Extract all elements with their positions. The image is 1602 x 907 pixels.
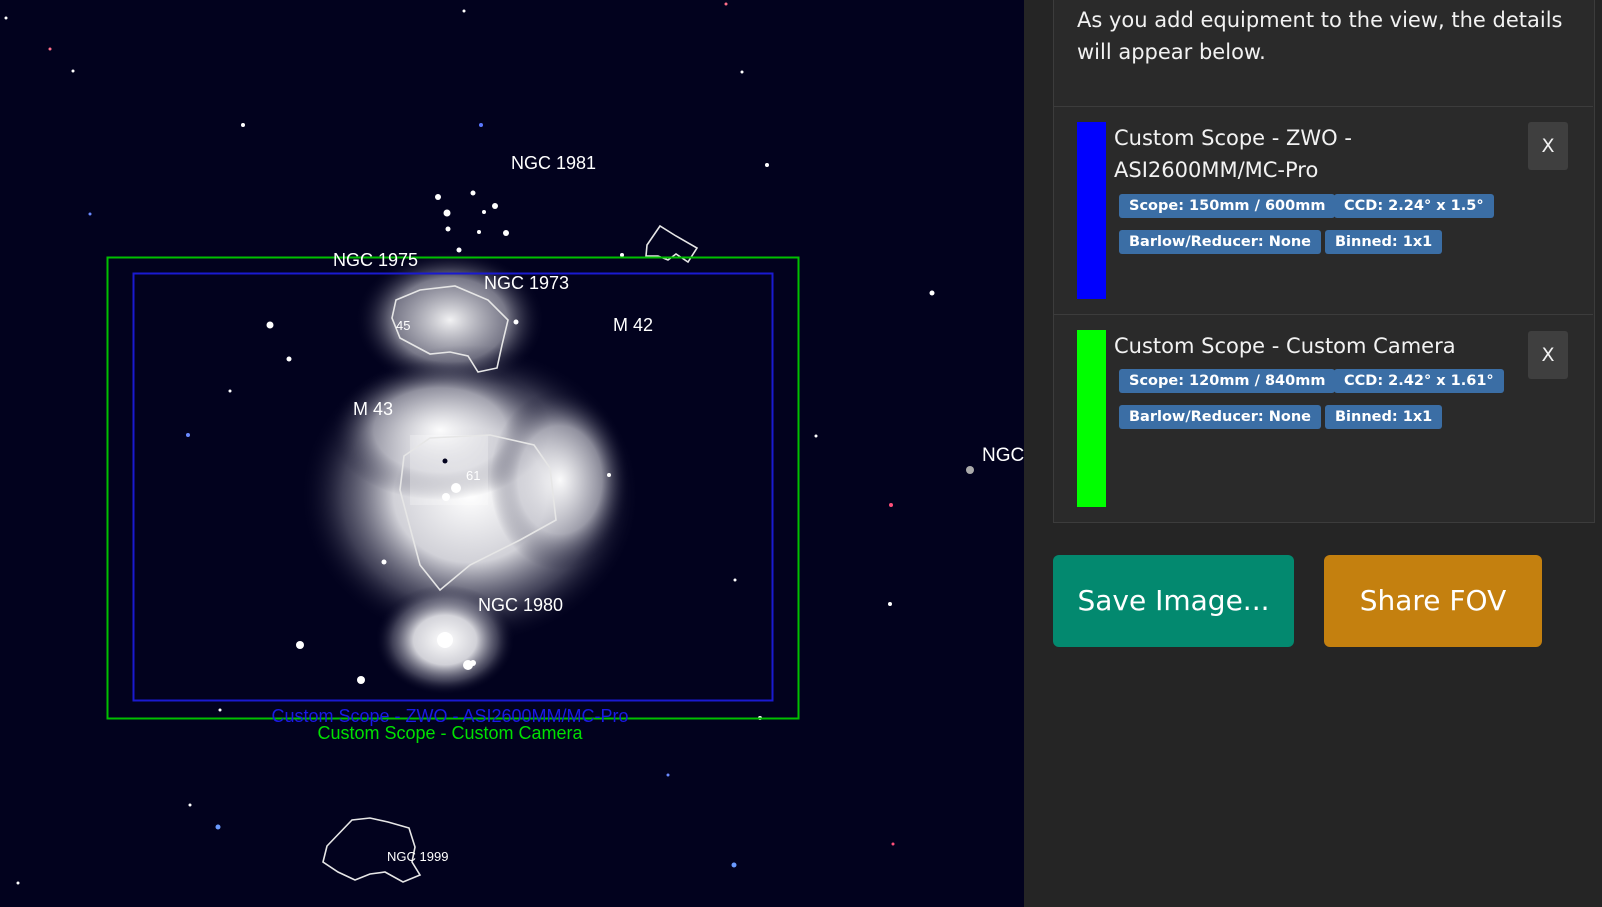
barlow-tag: Barlow/Reducer: None bbox=[1119, 230, 1321, 254]
binned-tag: Binned: 1x1 bbox=[1325, 405, 1443, 429]
sky-label-45: 45 bbox=[396, 318, 410, 333]
sky-label-ngc-edge: NGC bbox=[982, 445, 1024, 466]
ccd-tag: CCD: 2.24° x 1.5° bbox=[1334, 194, 1494, 218]
ccd-tag: CCD: 2.42° x 1.61° bbox=[1334, 369, 1504, 393]
save-image-button[interactable]: Save Image... bbox=[1053, 555, 1294, 647]
divider bbox=[1053, 106, 1593, 107]
sky-label-ngc1981: NGC 1981 bbox=[511, 153, 596, 173]
intro-text: As you add equipment to the view, the de… bbox=[1077, 8, 1563, 64]
sky-label-m42: M 42 bbox=[613, 315, 653, 335]
divider bbox=[1053, 314, 1593, 315]
sky-label-m43: M 43 bbox=[353, 399, 393, 419]
equipment-panel: As you add equipment to the view, the de… bbox=[1024, 0, 1602, 907]
star-map[interactable]: NGC 1981 NGC 1975 NGC 1973 M 42 M 43 NGC… bbox=[0, 0, 1024, 907]
fov-label-custom-camera: Custom Scope - Custom Camera bbox=[317, 723, 583, 743]
remove-equipment-button[interactable]: X bbox=[1528, 122, 1568, 170]
sky-label-ngc1975: NGC 1975 bbox=[333, 250, 418, 270]
share-fov-button[interactable]: Share FOV bbox=[1324, 555, 1542, 647]
color-swatch-blue bbox=[1077, 122, 1106, 299]
sky-view[interactable]: NGC 1981 NGC 1975 NGC 1973 M 42 M 43 NGC… bbox=[0, 0, 1024, 907]
sky-label-ngc1980: NGC 1980 bbox=[478, 595, 563, 615]
scope-tag: Scope: 150mm / 600mm bbox=[1119, 194, 1336, 218]
color-swatch-green bbox=[1077, 330, 1106, 507]
equipment-title: Custom Scope - ZWO - ASI2600MM/MC-Pro bbox=[1114, 126, 1352, 182]
sky-label-ngc1999: NGC 1999 bbox=[387, 849, 448, 864]
remove-equipment-button[interactable]: X bbox=[1528, 331, 1568, 379]
sky-label-61: 61 bbox=[466, 468, 480, 483]
binned-tag: Binned: 1x1 bbox=[1325, 230, 1443, 254]
equipment-title: Custom Scope - Custom Camera bbox=[1114, 334, 1456, 358]
equipment-list bbox=[1053, 0, 1595, 523]
sky-label-ngc1973: NGC 1973 bbox=[484, 273, 569, 293]
scope-tag: Scope: 120mm / 840mm bbox=[1119, 369, 1336, 393]
barlow-tag: Barlow/Reducer: None bbox=[1119, 405, 1321, 429]
